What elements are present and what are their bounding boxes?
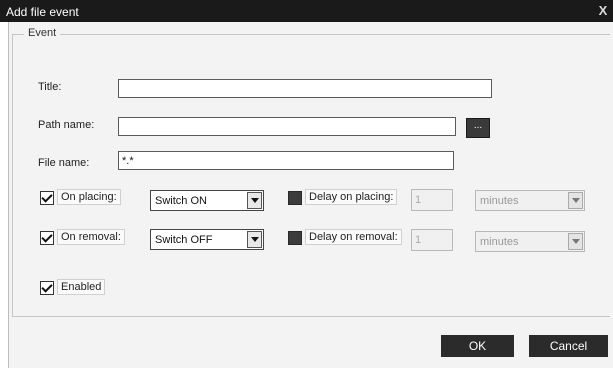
on-removal-checkbox[interactable] <box>40 231 54 245</box>
on-placing-label: On placing: <box>57 189 121 205</box>
path-name-label: Path name: <box>38 119 95 131</box>
cancel-button[interactable]: Cancel <box>529 335 608 357</box>
event-group-frame <box>12 34 610 317</box>
file-name-input[interactable] <box>118 151 454 170</box>
on-removal-action-value: Switch OFF <box>155 234 213 246</box>
delay-on-removal-input[interactable] <box>411 229 453 251</box>
enabled-checkbox[interactable] <box>40 281 54 295</box>
on-placing-checkbox[interactable] <box>40 191 54 205</box>
ok-button[interactable]: OK <box>441 335 514 357</box>
enabled-label: Enabled <box>57 279 106 295</box>
delay-on-placing-unit-value: minutes <box>480 195 519 207</box>
window-title: Add file event <box>6 5 79 19</box>
on-removal-label: On removal: <box>57 229 125 245</box>
on-placing-action-value: Switch ON <box>155 195 207 207</box>
path-name-input[interactable] <box>118 117 456 136</box>
delay-on-removal-unit-value: minutes <box>480 236 519 248</box>
title-input[interactable] <box>118 79 492 98</box>
chevron-down-icon <box>568 192 583 209</box>
title-label: Title: <box>38 81 62 93</box>
delay-on-placing-input[interactable] <box>411 189 453 211</box>
chevron-down-icon <box>247 192 262 209</box>
delay-on-placing-checkbox[interactable] <box>288 191 302 205</box>
browse-button[interactable]: ... <box>466 118 490 138</box>
delay-on-placing-label: Delay on placing: <box>305 189 398 205</box>
title-bar: Add file event X <box>0 0 613 22</box>
event-group-label: Event <box>24 27 61 39</box>
file-name-label: File name: <box>38 157 90 169</box>
delay-on-placing-unit-select[interactable]: minutes <box>475 190 585 211</box>
chevron-down-icon <box>247 231 262 248</box>
on-removal-action-select[interactable]: Switch OFF <box>150 229 264 250</box>
close-icon[interactable]: X <box>595 1 611 21</box>
delay-on-removal-checkbox[interactable] <box>288 231 302 245</box>
delay-on-removal-unit-select[interactable]: minutes <box>475 231 585 252</box>
delay-on-removal-label: Delay on removal: <box>305 229 402 245</box>
chevron-down-icon <box>568 233 583 250</box>
on-placing-action-select[interactable]: Switch ON <box>150 190 264 211</box>
